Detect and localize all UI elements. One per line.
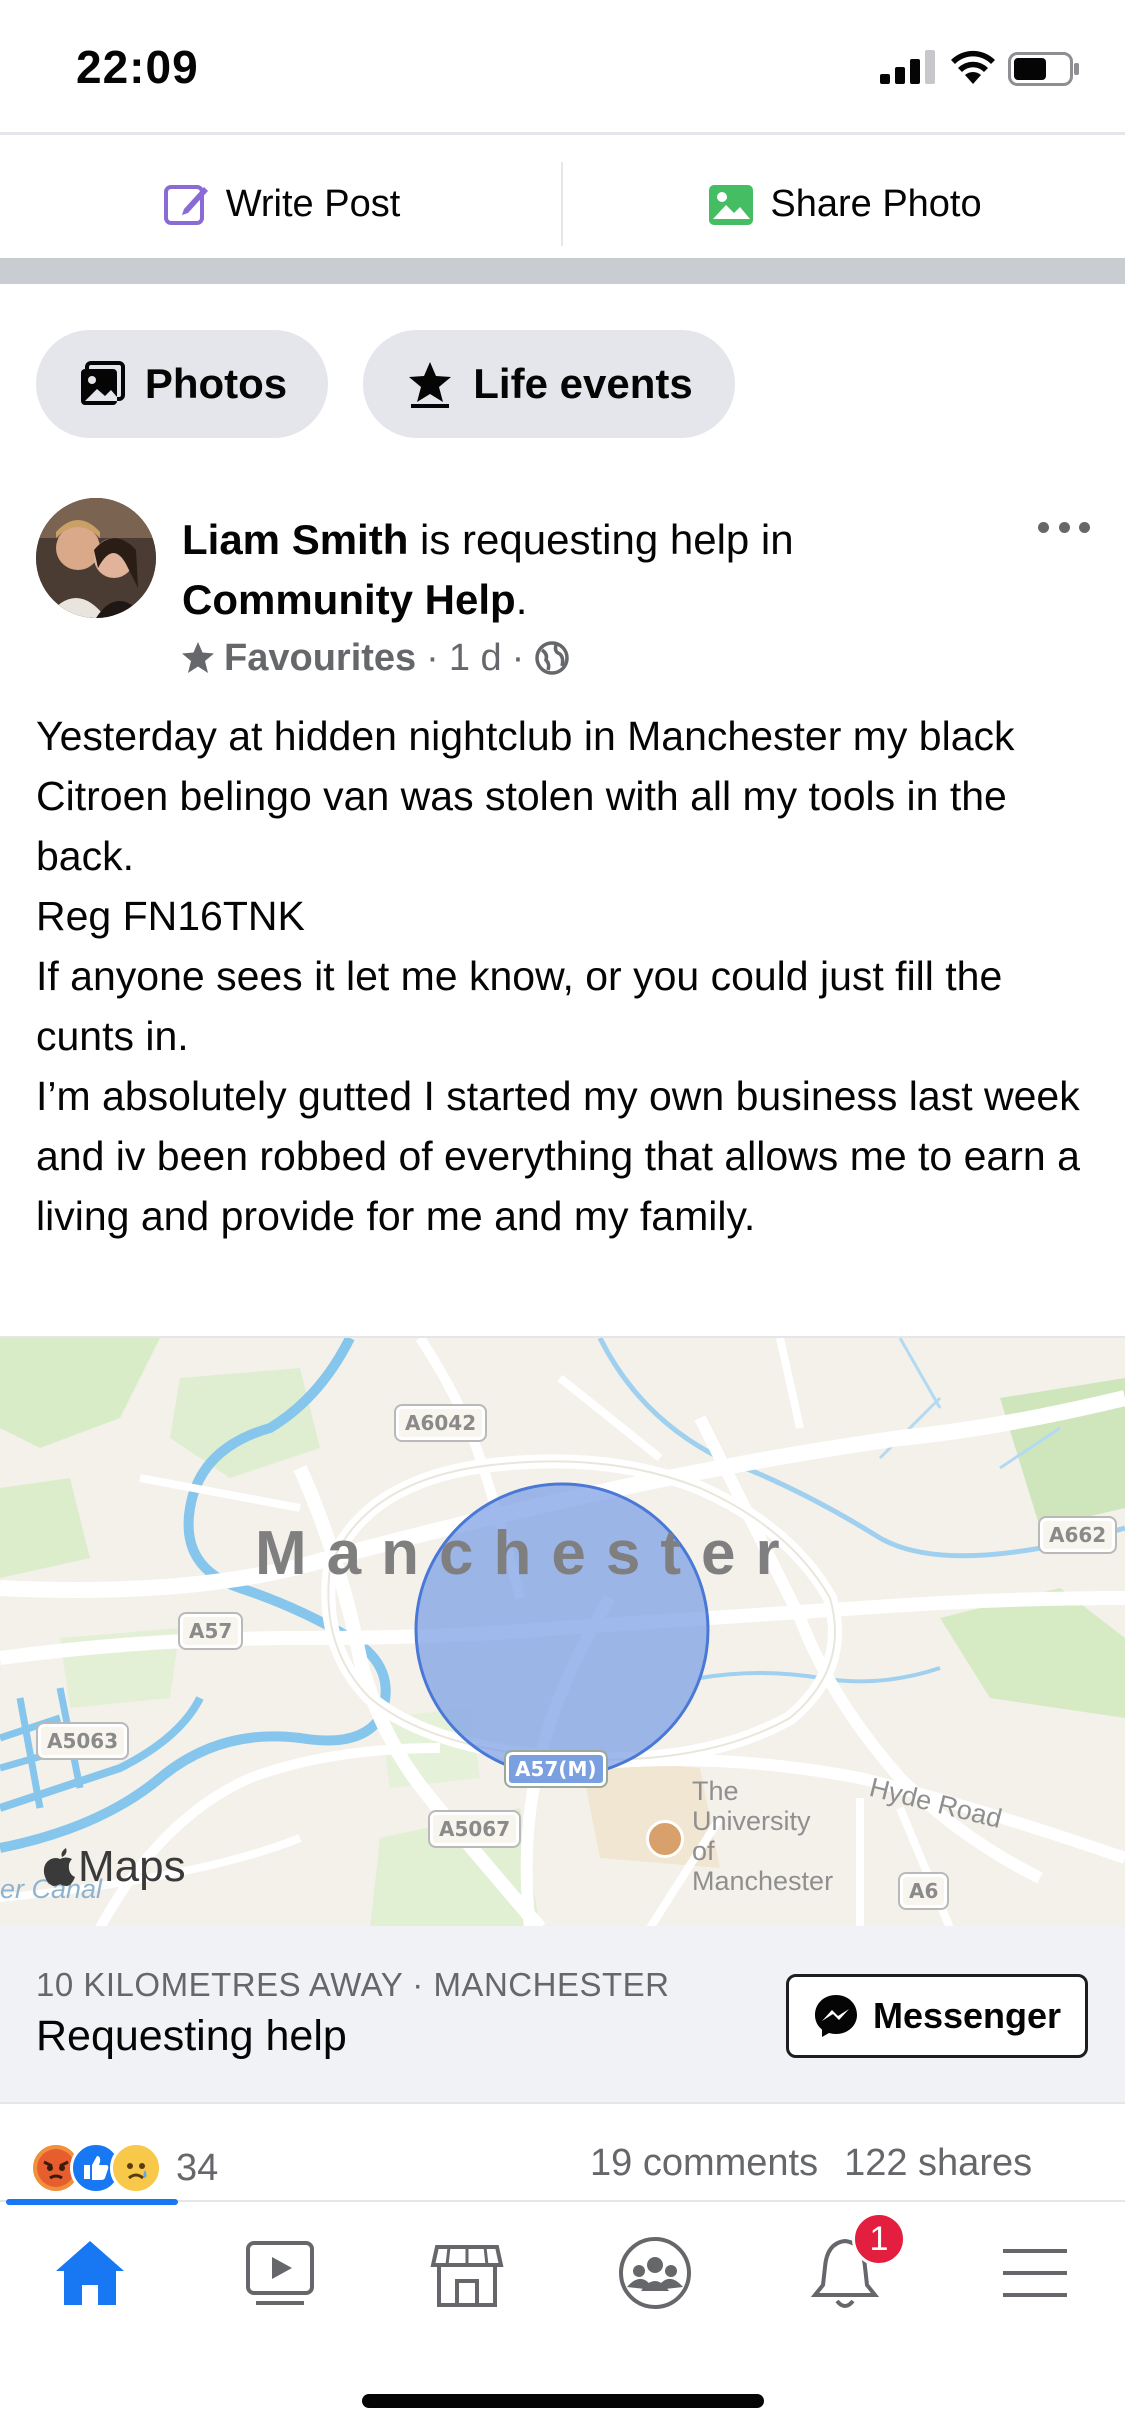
messenger-label: Messenger: [872, 1995, 1062, 2036]
star-icon: [182, 642, 214, 673]
apple-logo-icon: [43, 1848, 75, 1886]
notification-badge: 1: [852, 2212, 906, 2266]
request-distance: 10 KILOMETRES AWAY · MANCHESTER: [36, 1966, 670, 2003]
write-post-button[interactable]: Write Post: [0, 150, 562, 258]
post-action-text: is requesting help in: [420, 516, 794, 563]
request-title: Requesting help: [36, 2012, 347, 2060]
status-time: 22:09: [76, 41, 199, 93]
messenger-button[interactable]: Messenger: [786, 1974, 1088, 2058]
map-label-line: Manchester: [692, 1866, 834, 1896]
map-preview[interactable]: A6042 A57 A5063 A662 A57(M) A5067 A6: [0, 1336, 1125, 1926]
nav-active-indicator: [6, 2199, 178, 2205]
globe-icon: [535, 641, 570, 675]
post-meta: Favourites · 1 d ·: [180, 632, 570, 684]
photos-label: Photos: [144, 360, 288, 407]
maps-brand-label: Maps: [78, 1842, 186, 1891]
shop-icon: [430, 2245, 504, 2307]
write-post-label: Write Post: [225, 182, 401, 225]
map-label-line: of: [692, 1836, 715, 1866]
hamburger-menu-icon: [1003, 2249, 1067, 2297]
road-label-a5067: A5067: [427, 1810, 522, 1848]
road-label-a57m: A57(M): [504, 1750, 608, 1788]
post-paragraph: If anyone sees it let me know, or you co…: [36, 953, 1003, 1059]
meta-separator: ·: [511, 636, 525, 679]
post-paragraph: I’m absolutely gutted I started my own b…: [36, 1073, 1080, 1239]
reaction-count: 34: [176, 2146, 219, 2189]
nav-menu[interactable]: [990, 2228, 1080, 2318]
group-suffix: .: [515, 576, 528, 623]
map-label-line: The: [692, 1776, 739, 1806]
road-label-a662: A662: [1037, 1516, 1118, 1554]
map-label-line: University: [692, 1806, 811, 1836]
road-label-a57: A57: [177, 1612, 244, 1650]
divider: [0, 132, 1125, 135]
nav-groups[interactable]: [610, 2228, 700, 2318]
home-icon: [56, 2241, 124, 2305]
university-icon: [646, 1820, 684, 1858]
road-label-a6042: A6042: [393, 1404, 488, 1442]
photos-chip[interactable]: Photos: [36, 330, 328, 438]
post-time[interactable]: 1 d: [449, 637, 502, 680]
comments-count[interactable]: 19 comments: [590, 2142, 818, 2184]
author-name[interactable]: Liam Smith: [182, 516, 408, 563]
wifi-icon: [951, 50, 995, 84]
comment-share-counts: 19 comments 122 shares: [590, 2142, 1032, 2185]
shares-count[interactable]: 122 shares: [844, 2142, 1032, 2184]
dot-icon: [1038, 521, 1049, 533]
road-label-a5063: A5063: [35, 1722, 130, 1760]
dot-icon: [1058, 521, 1070, 533]
life-events-label: Life events: [473, 360, 693, 407]
composer-bar: Write Post Share Photo: [0, 150, 1125, 258]
more-options-button[interactable]: [1038, 512, 1090, 542]
audience-label[interactable]: Favourites: [224, 637, 416, 680]
home-indicator[interactable]: [362, 2394, 764, 2408]
sad-reaction-icon: [110, 2142, 162, 2194]
map-university-label: The University of Manchester: [692, 1776, 833, 1896]
map-canvas: [0, 1338, 1125, 1926]
edit-icon: [163, 185, 208, 225]
road-label-a6: A6: [897, 1872, 950, 1910]
post-paragraph: Reg FN16TNK: [36, 893, 305, 939]
avatar[interactable]: [36, 498, 156, 618]
life-events-chip[interactable]: Life events: [363, 330, 735, 438]
nav-home[interactable]: [45, 2228, 135, 2318]
group-name[interactable]: Community Help: [182, 576, 516, 623]
cellular-signal-icon: [880, 50, 935, 84]
video-icon: [246, 2241, 314, 2305]
messenger-icon: [814, 1995, 857, 2037]
meta-separator: ·: [426, 636, 439, 679]
photos-icon: [80, 361, 125, 405]
post-paragraph: Yesterday at hidden nightclub in Manches…: [36, 713, 1015, 879]
section-divider: [0, 258, 1125, 284]
map-city-label: Manchester: [255, 1519, 800, 1588]
battery-icon: [1008, 52, 1079, 86]
avatar-photo: [36, 498, 156, 618]
dot-icon: [1079, 521, 1090, 533]
nav-watch[interactable]: [235, 2228, 325, 2318]
star-flag-icon: [409, 362, 452, 408]
maps-brand: Maps: [42, 1842, 186, 1892]
status-bar: 22:09: [0, 0, 1125, 130]
nav-marketplace[interactable]: [422, 2228, 512, 2318]
post-body: Yesterday at hidden nightclub in Manches…: [36, 706, 1096, 1246]
post-header: Liam Smith is requesting help in Communi…: [182, 510, 982, 630]
reactions-summary[interactable]: 34: [30, 2140, 218, 2196]
share-photo-label: Share Photo: [770, 182, 982, 225]
groups-icon: [619, 2237, 691, 2309]
share-photo-button[interactable]: Share Photo: [563, 150, 1125, 258]
photo-icon: [709, 185, 754, 225]
